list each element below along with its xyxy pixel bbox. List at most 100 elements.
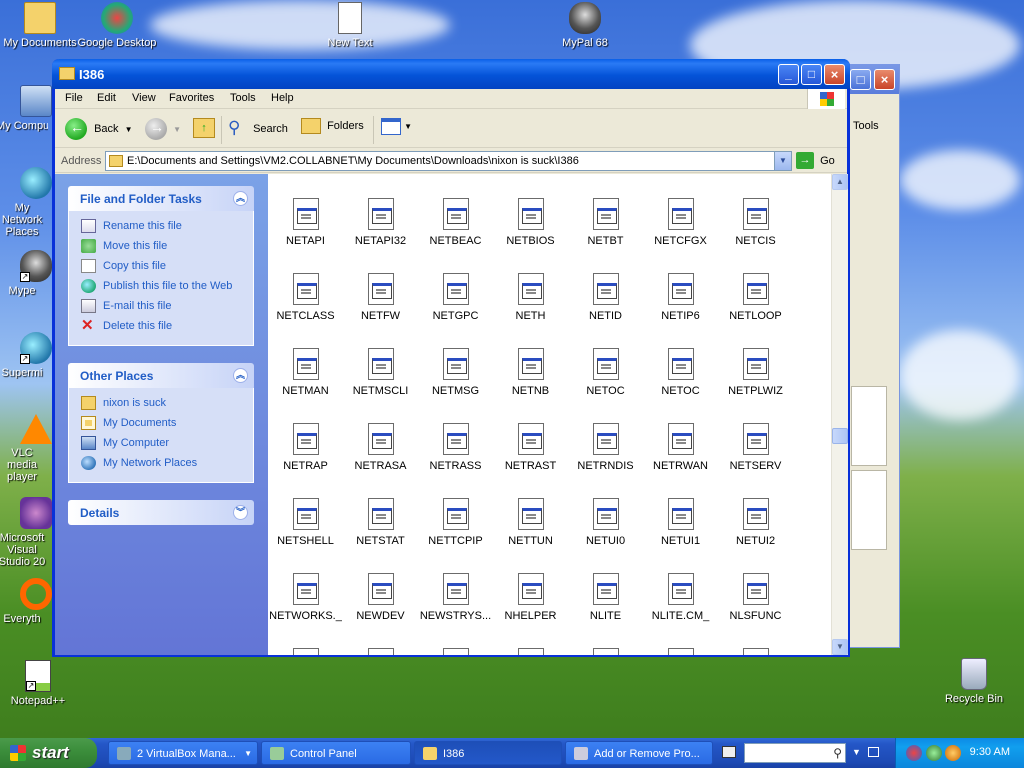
folders-button[interactable]: Folders [301,118,364,142]
close-button[interactable]: × [874,69,895,90]
file-list[interactable]: NETAPI NETAPI32 NETBEAC NETBIOS NETBT NETCFGX… [268,174,831,655]
file-item[interactable]: NHELPER [493,573,568,622]
minimize-button[interactable]: _ [778,64,799,85]
network-tray-icon[interactable] [926,745,942,761]
file-item[interactable]: NETRWAN [643,423,718,472]
file-item[interactable]: NETBIOS [493,198,568,247]
file-item[interactable]: NLITE.CM_ [643,573,718,622]
file-item[interactable]: NLSFUNC [718,573,793,622]
chevron-down-icon[interactable]: ▼ [852,747,861,757]
file-item[interactable]: NETWORKS._ [268,573,343,622]
up-folder-button[interactable]: ↑ [193,118,215,142]
file-item[interactable]: NETH [493,273,568,322]
delete-file-link[interactable]: ✕ Delete this file [81,317,253,337]
file-item[interactable]: NETMAN [268,348,343,397]
file-item-partial[interactable] [268,648,343,655]
file-item[interactable]: NETUI2 [718,498,793,547]
scroll-up-button[interactable]: ▲ [832,174,848,190]
start-button[interactable]: start [0,738,97,768]
file-item[interactable]: NETGPC [418,273,493,322]
other-places-header[interactable]: Other Places ︽ [68,363,254,388]
file-item[interactable]: NETMSG [418,348,493,397]
file-item[interactable]: NETUI1 [643,498,718,547]
file-item[interactable]: NETPLWIZ [718,348,793,397]
file-item[interactable]: NETBEAC [418,198,493,247]
menu-help[interactable]: Help [271,92,294,104]
desktop-icon-google-desktop[interactable]: Google Desktop [77,2,157,50]
desktop-icon-mypal[interactable]: MyPal 68 [545,2,625,49]
move-file-link[interactable]: Move this file [81,237,253,257]
file-item[interactable]: NETIP6 [643,273,718,322]
menu-tools[interactable]: Tools [230,92,256,104]
file-item[interactable]: NLITE [568,573,643,622]
google-desktop-tray-icon[interactable] [906,745,922,761]
menu-favorites[interactable]: Favorites [169,92,214,104]
file-item[interactable]: NETRAP [268,423,343,472]
file-item[interactable]: NEWDEV [343,573,418,622]
file-item-partial[interactable] [493,648,568,655]
go-button[interactable]: → Go [796,152,835,169]
file-item[interactable]: NETAPI32 [343,198,418,247]
file-item[interactable]: NETRASA [343,423,418,472]
explorer-window[interactable]: I386 _ □ × File Edit View Favorites Tool… [52,59,850,657]
scroll-thumb[interactable] [832,428,848,444]
file-item[interactable]: NETCLASS [268,273,343,322]
collapse-icon[interactable]: ︽ [233,368,248,383]
menu-file[interactable]: File [65,92,83,104]
file-item[interactable]: NETTCPIP [418,498,493,547]
desktop-icon-notepad-plus[interactable]: ↗ Notepad++ [0,660,78,707]
window-titlebar[interactable]: I386 _ □ × [52,59,850,89]
file-item[interactable]: NETSERV [718,423,793,472]
file-item[interactable]: NETBT [568,198,643,247]
views-button[interactable]: ▼ [381,118,412,142]
rename-file-link[interactable]: Rename this file [81,217,253,237]
desktop-icon-recycle-bin[interactable]: Recycle Bin [934,658,1014,705]
taskbar-item-i386[interactable]: I386 [414,741,562,765]
file-item[interactable]: NETRNDIS [568,423,643,472]
file-item-partial[interactable] [643,648,718,655]
file-item[interactable]: NETFW [343,273,418,322]
file-item[interactable]: NETOC [643,348,718,397]
tools-button[interactable]: Tools [853,120,879,132]
file-item-partial[interactable] [418,648,493,655]
forward-button[interactable]: ▼ [145,118,181,142]
desktop-icon-my-documents[interactable]: My Documents [0,2,80,49]
close-button[interactable]: × [824,64,845,85]
copy-file-link[interactable]: Copy this file [81,257,253,277]
file-item-partial[interactable] [718,648,793,655]
file-item-partial[interactable] [568,648,643,655]
scroll-down-button[interactable]: ▼ [832,639,848,655]
file-item[interactable]: NEWSTRYS... [418,573,493,622]
file-item[interactable]: NETMSCLI [343,348,418,397]
desktop-icon-new-text-document[interactable]: New Text Document [310,2,390,50]
file-item[interactable]: NETCIS [718,198,793,247]
file-item-partial[interactable] [343,648,418,655]
back-button[interactable]: Back ▼ [65,118,133,142]
taskbar-item-add-remove[interactable]: Add or Remove Pro... [565,741,713,765]
search-tray-icon[interactable] [945,745,961,761]
expand-icon[interactable]: ︾ [233,505,248,520]
search-button[interactable]: ⚲ Search [228,118,288,142]
file-item[interactable]: NETTUN [493,498,568,547]
place-my-documents[interactable]: My Documents [81,414,253,434]
place-my-network-places[interactable]: My Network Places [81,454,253,474]
file-item[interactable]: NETLOOP [718,273,793,322]
publish-web-link[interactable]: Publish this file to the Web [81,277,253,297]
taskbar-search-input[interactable]: ⚲ [744,743,846,763]
file-item[interactable]: NETRAST [493,423,568,472]
file-item[interactable]: NETAPI [268,198,343,247]
maximize-button[interactable]: □ [801,64,822,85]
menu-view[interactable]: View [132,92,156,104]
place-my-computer[interactable]: My Computer [81,434,253,454]
address-input[interactable]: E:\Documents and Settings\VM2.COLLABNET\… [105,151,792,171]
taskbar-item-control-panel[interactable]: Control Panel [261,741,411,765]
file-item[interactable]: NETNB [493,348,568,397]
desktop-toolbar-icon[interactable] [868,747,879,757]
email-file-link[interactable]: E-mail this file [81,297,253,317]
file-item[interactable]: NETRASS [418,423,493,472]
file-item[interactable]: NETSHELL [268,498,343,547]
details-header[interactable]: Details ︾ [68,500,254,525]
file-item[interactable]: NETUI0 [568,498,643,547]
maximize-button[interactable]: □ [850,69,871,90]
menu-edit[interactable]: Edit [97,92,116,104]
